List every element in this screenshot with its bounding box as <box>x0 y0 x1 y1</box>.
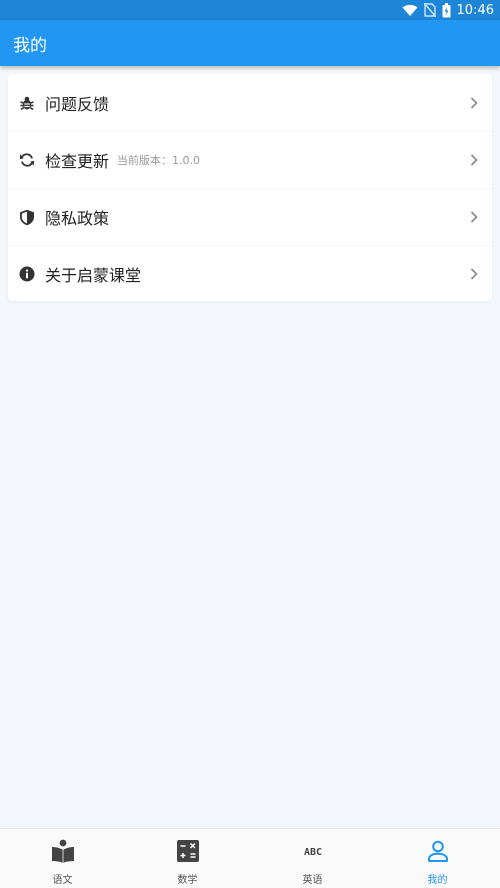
status-bar: 10:46 <box>0 0 500 20</box>
person-icon <box>427 839 449 863</box>
version-text: 当前版本：1.0.0 <box>117 154 201 167</box>
chevron-right-icon <box>470 268 478 281</box>
menu-item-about[interactable]: 关于启蒙课堂 <box>8 245 492 302</box>
nav-label: 数学 <box>177 875 198 886</box>
chevron-right-icon <box>470 96 478 109</box>
nav-tab-math[interactable]: 数学 <box>125 829 250 888</box>
info-icon <box>18 265 36 283</box>
page-title: 我的 <box>13 35 47 56</box>
nav-tab-chinese[interactable]: 语文 <box>0 829 125 888</box>
book-reader-icon <box>51 839 75 863</box>
menu-item-check-update[interactable]: 检查更新 当前版本：1.0.0 <box>8 131 492 188</box>
menu-item-label: 关于启蒙课堂 <box>45 266 142 285</box>
menu-item-label: 检查更新 <box>45 152 110 171</box>
status-time: 10:46 <box>456 2 494 18</box>
nav-label: 英语 <box>302 875 323 886</box>
nav-tab-english[interactable]: ABC 英语 <box>250 829 375 888</box>
chevron-right-icon <box>470 154 478 167</box>
menu-item-feedback[interactable]: 问题反馈 <box>8 74 492 131</box>
menu-item-label: 隐私政策 <box>45 209 110 228</box>
abc-glyph: ABC <box>303 847 321 858</box>
nav-label: 我的 <box>427 875 448 886</box>
calculator-icon <box>176 839 199 863</box>
settings-menu: 问题反馈 检查更新 当前版本：1.0.0 隐私政策 关于启蒙课堂 <box>8 74 492 301</box>
menu-item-label: 问题反馈 <box>45 94 110 114</box>
chevron-right-icon <box>470 211 478 224</box>
bottom-navigation: 语文 数学 ABC 英语 我的 <box>0 828 500 888</box>
battery-icon <box>442 2 451 17</box>
wifi-icon <box>402 4 418 16</box>
app-bar: 我的 <box>0 20 500 66</box>
bug-icon <box>18 94 36 112</box>
abc-icon: ABC <box>300 839 326 863</box>
no-sim-icon <box>423 3 436 17</box>
nav-tab-mine[interactable]: 我的 <box>375 829 500 888</box>
menu-item-privacy-policy[interactable]: 隐私政策 <box>8 188 492 245</box>
nav-label: 语文 <box>52 875 73 886</box>
shield-icon <box>18 208 36 226</box>
refresh-icon <box>18 151 36 169</box>
